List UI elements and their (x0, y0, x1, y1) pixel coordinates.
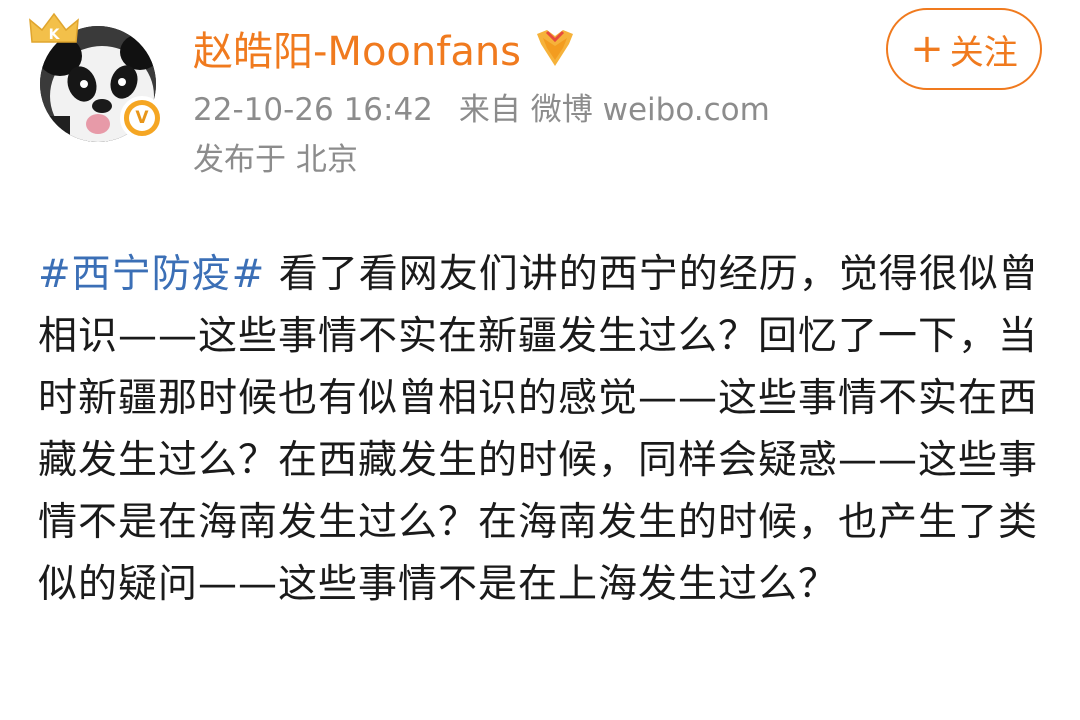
post-source: 微博 weibo.com (530, 92, 770, 128)
post-text: 看了看网友们讲的西宁的经历，觉得很似曾相识——这些事情不实在新疆发生过么？回忆了… (38, 252, 1039, 607)
plus-icon: + (910, 26, 944, 72)
post-content: #西宁防疫# 看了看网友们讲的西宁的经历，觉得很似曾相识——这些事情不实在新疆发… (38, 244, 1048, 616)
svg-text:K: K (49, 27, 61, 43)
medal-icon (537, 30, 574, 66)
author-name[interactable]: 赵皓阳-Moonfans (193, 18, 577, 78)
follow-label: 关注 (949, 32, 1018, 73)
post-location: 发布于 北京 (193, 142, 358, 178)
hashtag-link[interactable]: #西宁防疫# (38, 252, 265, 297)
author-name-text[interactable]: 赵皓阳-Moonfans (193, 19, 521, 77)
weibo-post: K V 赵皓阳-Moonfans 22-10-26 16:42 来自 微博 wei… (0, 0, 1080, 720)
follow-button[interactable]: + 关注 (886, 8, 1042, 90)
post-datetime[interactable]: 22-10-26 16:42 (193, 92, 433, 128)
post-meta: 22-10-26 16:42 来自 微博 weibo.com (193, 86, 770, 134)
source-prefix: 来自 (458, 92, 521, 128)
avatar-container[interactable]: K V (28, 12, 168, 142)
crown-badge-icon: K (29, 12, 79, 43)
verified-badge-icon: V (120, 96, 164, 140)
